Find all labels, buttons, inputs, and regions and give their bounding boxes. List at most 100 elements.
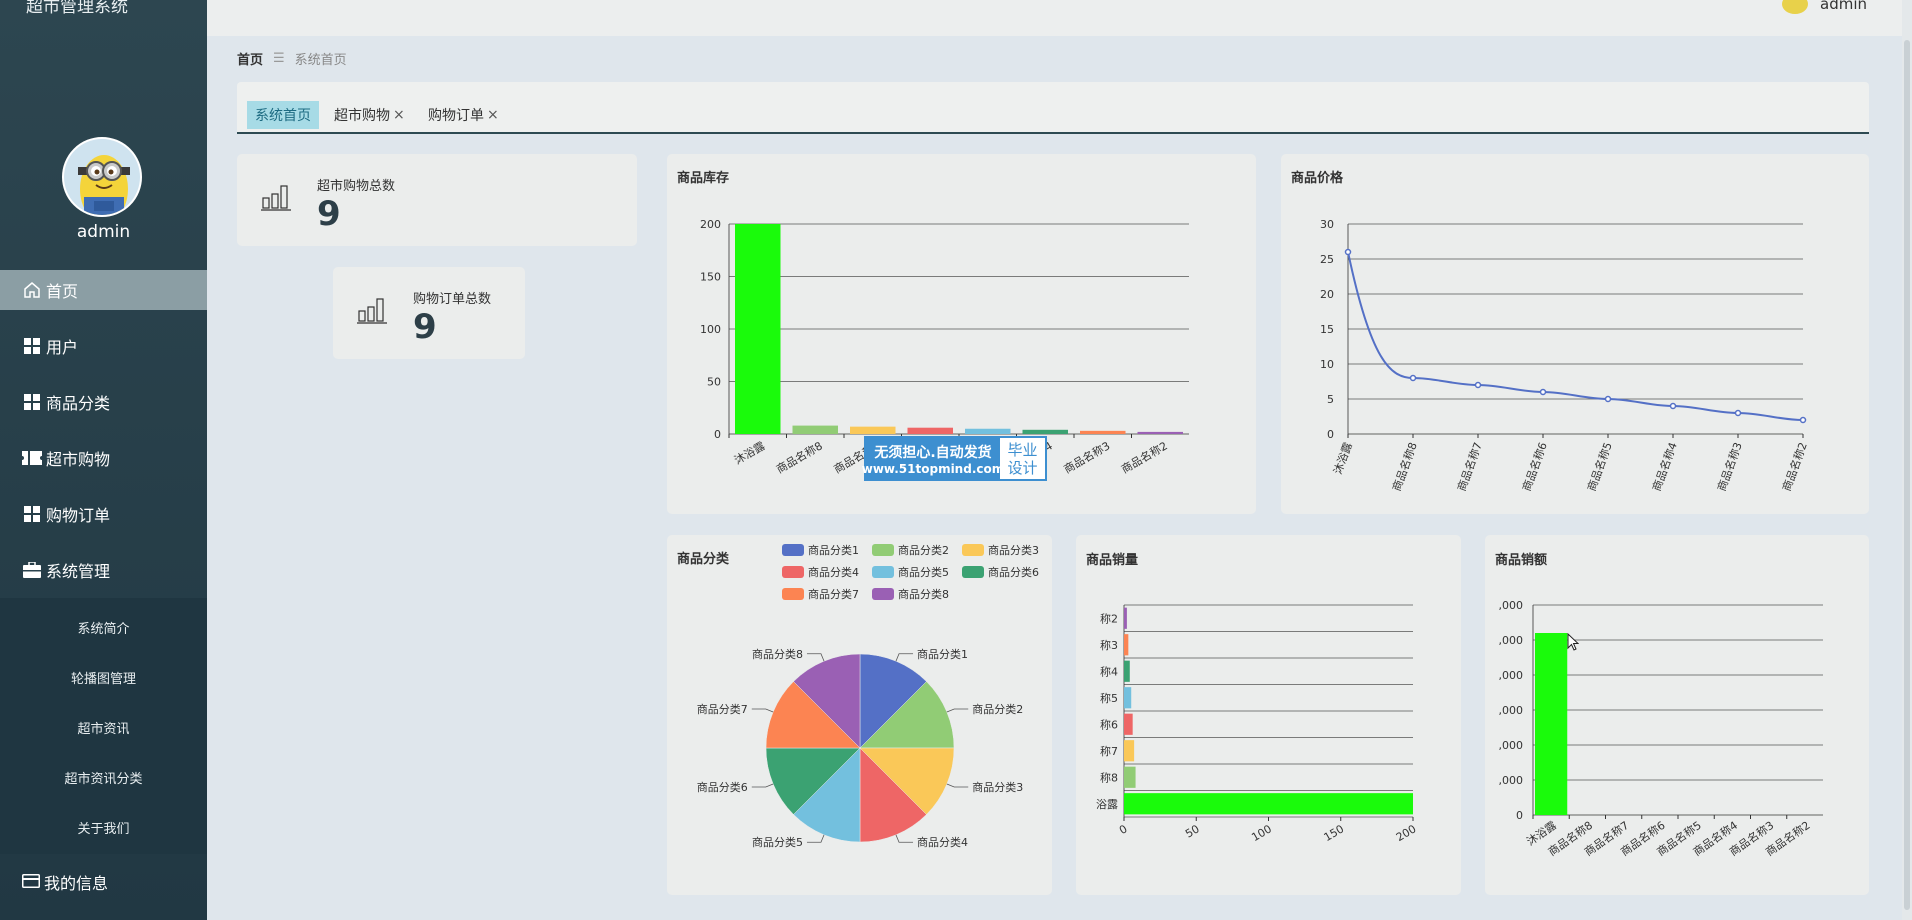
y-tick-label: 浴露 bbox=[1096, 798, 1118, 811]
tab-shopping[interactable]: 超市购物 × bbox=[326, 101, 413, 129]
bar bbox=[1124, 660, 1130, 682]
grid-icon bbox=[22, 504, 42, 524]
tab-home[interactable]: 系统首页 bbox=[247, 101, 319, 129]
sidebar-item-system[interactable]: 系统管理 bbox=[0, 542, 207, 598]
submenu-about[interactable]: 关于我们 bbox=[0, 802, 207, 852]
scrollbar-thumb[interactable] bbox=[1904, 40, 1910, 910]
submenu-carousel[interactable]: 轮播图管理 bbox=[0, 652, 207, 702]
pie-leader-line bbox=[751, 708, 774, 713]
pie-leader-line bbox=[751, 783, 774, 788]
tab-label: 系统首页 bbox=[255, 108, 311, 124]
revenue-bar-chart: 0,000,000,000,000,000,000沐浴露商品名称8商品名称7商品… bbox=[1499, 599, 1823, 859]
y-tick-label: 称8 bbox=[1100, 770, 1118, 784]
sidebar-item-shopping[interactable]: 超市购物 bbox=[0, 430, 207, 486]
sidebar-item-label: 我的信息 bbox=[44, 874, 109, 893]
tab-orders[interactable]: 购物订单 × bbox=[420, 101, 507, 129]
top-avatar bbox=[1782, 0, 1808, 14]
chart-title: 商品销量 bbox=[1086, 553, 1139, 568]
y-tick-label: 称6 bbox=[1100, 717, 1118, 731]
y-tick-label: 20 bbox=[1320, 288, 1334, 301]
legend-swatch bbox=[782, 588, 804, 600]
bar bbox=[1124, 740, 1135, 762]
home-icon bbox=[22, 280, 42, 300]
bar bbox=[1124, 687, 1132, 709]
watermark-banner[interactable]: 无须担心.自动发货 www.51topmind.com 毕业 设计 bbox=[862, 436, 1047, 481]
legend-swatch bbox=[962, 566, 984, 578]
pie-label: 商品分类8 bbox=[752, 647, 803, 661]
x-tick-label: 沐浴露 bbox=[1331, 441, 1355, 476]
sidebar-item-label: 用户 bbox=[46, 338, 79, 357]
breadcrumb-home[interactable]: 首页 bbox=[237, 49, 263, 68]
y-tick-label: 100 bbox=[700, 323, 721, 336]
grid-icon bbox=[22, 392, 42, 412]
x-tick-label: 商品名称5 bbox=[1584, 440, 1615, 493]
bar bbox=[1124, 607, 1127, 629]
y-tick-label: ,000 bbox=[1499, 599, 1524, 612]
tab-label: 购物订单 bbox=[428, 108, 484, 124]
y-tick-label: ,000 bbox=[1499, 774, 1524, 787]
y-tick-label: ,000 bbox=[1499, 669, 1524, 682]
y-tick-label: 150 bbox=[700, 271, 721, 284]
x-tick-label: 150 bbox=[1322, 822, 1347, 844]
pie-leader-line bbox=[895, 834, 914, 843]
sidebar-item-users[interactable]: 用户 bbox=[0, 318, 207, 374]
y-tick-label: 10 bbox=[1320, 358, 1334, 371]
category-chart-card: 商品分类 商品分类1 商品分类2 商品分类3 商品分类4 商品分类5 商品分类6 商品分类7… bbox=[667, 535, 1052, 895]
bar bbox=[1535, 633, 1568, 815]
close-icon[interactable]: × bbox=[487, 107, 499, 123]
y-tick-label: ,000 bbox=[1499, 739, 1524, 752]
revenue-chart-card: 商品销额 0,000,000,000,000,000,000 沐浴露 商品名称8 商品… bbox=[1485, 535, 1869, 895]
x-tick-label: 商品名称2 bbox=[1779, 440, 1810, 493]
card-icon bbox=[22, 873, 40, 892]
page-scrollbar[interactable] bbox=[1902, 0, 1912, 920]
top-username: admin bbox=[1820, 0, 1867, 13]
bar-chart-icon bbox=[261, 184, 293, 216]
sidebar-item-category[interactable]: 商品分类 bbox=[0, 374, 207, 430]
sidebar-item-home[interactable]: 首页 bbox=[0, 270, 207, 310]
sidebar-item-my-info[interactable]: 我的信息 bbox=[0, 860, 207, 904]
x-tick-label: 商品名称2 bbox=[1119, 438, 1170, 476]
x-tick-label: 0 bbox=[1117, 822, 1130, 837]
x-tick-label: 商品名称4 bbox=[1649, 440, 1680, 493]
watermark-right2: 设计 bbox=[1007, 458, 1038, 477]
bar bbox=[792, 425, 838, 434]
bar bbox=[1124, 793, 1413, 815]
close-icon[interactable]: × bbox=[393, 107, 405, 123]
y-tick-label: ,000 bbox=[1499, 704, 1524, 717]
sidebar-username: admin bbox=[76, 222, 131, 242]
tab-bar: 系统首页 超市购物 × 购物订单 × bbox=[237, 82, 1869, 134]
top-user-menu[interactable]: admin bbox=[1782, 0, 1867, 14]
stat-title: 超市购物总数 bbox=[317, 179, 396, 194]
pie-label: 商品分类2 bbox=[972, 702, 1023, 716]
stat-card-orders: 购物订单总数 9 bbox=[333, 267, 525, 359]
bar-chart-icon bbox=[357, 297, 389, 329]
legend-label: 商品分类1 bbox=[808, 543, 859, 557]
bar bbox=[965, 428, 1011, 434]
y-tick-label: 30 bbox=[1320, 218, 1334, 231]
sidebar-item-label: 系统管理 bbox=[46, 562, 111, 581]
data-point bbox=[1409, 374, 1417, 382]
stat-card-shopping: 超市购物总数 9 bbox=[237, 154, 637, 246]
submenu-news[interactable]: 超市资讯 bbox=[0, 702, 207, 752]
tab-label: 超市购物 bbox=[334, 108, 390, 124]
submenu-intro[interactable]: 系统简介 bbox=[0, 602, 207, 652]
y-tick-label: 200 bbox=[700, 218, 721, 231]
top-bar: admin bbox=[207, 0, 1912, 36]
pie-label: 商品分类4 bbox=[917, 835, 968, 849]
sidebar-item-orders[interactable]: 购物订单 bbox=[0, 486, 207, 542]
legend-swatch bbox=[782, 566, 804, 578]
bar bbox=[1022, 429, 1068, 434]
bar bbox=[850, 426, 896, 434]
submenu-news-category[interactable]: 超市资讯分类 bbox=[0, 752, 207, 802]
x-tick-label: 50 bbox=[1183, 822, 1202, 840]
sidebar-item-label: 首页 bbox=[46, 282, 79, 301]
bar bbox=[735, 224, 781, 434]
bar bbox=[1137, 431, 1183, 434]
price-line bbox=[1347, 251, 1804, 421]
ticket-icon bbox=[22, 448, 42, 468]
system-name: 超市管理系统 bbox=[26, 0, 128, 17]
avatar[interactable] bbox=[62, 137, 142, 217]
pie-leader-line bbox=[895, 653, 914, 662]
x-tick-label: 商品名称3 bbox=[1061, 438, 1112, 476]
minion-avatar-image bbox=[64, 139, 140, 215]
